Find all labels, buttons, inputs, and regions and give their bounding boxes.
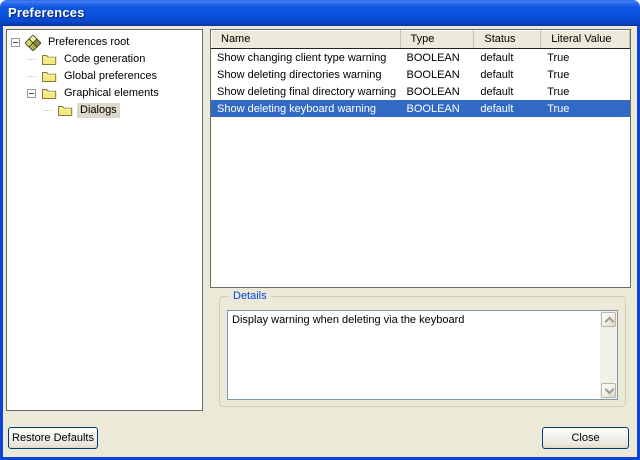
preferences-tree: Preferences root Code generation Global pr… bbox=[6, 29, 203, 411]
tree-connector-line bbox=[27, 59, 36, 61]
tree-item-label: Global preferences bbox=[61, 69, 160, 84]
cell-name: Show deleting final directory warning bbox=[211, 86, 401, 98]
table-header: NameTypeStatusLiteral Value bbox=[211, 30, 630, 49]
table-row[interactable]: Show changing client type warningBOOLEAN… bbox=[211, 49, 630, 66]
table-row[interactable]: Show deleting final directory warningBOO… bbox=[211, 83, 630, 100]
scroll-down-icon bbox=[605, 385, 615, 395]
table-row[interactable]: Show deleting directories warningBOOLEAN… bbox=[211, 66, 630, 83]
tree-connector-line bbox=[27, 76, 36, 78]
details-textarea[interactable]: Display warning when deleting via the ke… bbox=[227, 310, 618, 400]
cell-status: default bbox=[474, 103, 541, 115]
close-button[interactable]: Close bbox=[542, 427, 629, 449]
cell-name: Show deleting directories warning bbox=[211, 69, 401, 81]
tree-connector-line bbox=[43, 110, 52, 112]
properties-table: NameTypeStatusLiteral Value Show changin… bbox=[210, 29, 631, 288]
folder-icon bbox=[57, 103, 74, 119]
column-header-literal-value[interactable]: Literal Value bbox=[541, 30, 630, 48]
folder-icon bbox=[41, 69, 58, 85]
titlebar[interactable]: Preferences bbox=[0, 0, 640, 26]
column-header-status[interactable]: Status bbox=[474, 30, 541, 48]
column-header-name[interactable]: Name bbox=[211, 30, 401, 48]
folder-icon bbox=[41, 52, 58, 68]
cell-status: default bbox=[474, 86, 541, 98]
restore-defaults-button[interactable]: Restore Defaults bbox=[8, 427, 98, 449]
scroll-up-icon bbox=[605, 317, 615, 327]
tree-item-label: Code generation bbox=[61, 52, 148, 67]
tree-item-graphical-elements[interactable]: Graphical elements bbox=[7, 85, 202, 102]
column-header-type[interactable]: Type bbox=[401, 30, 475, 48]
tree-item-label: Preferences root bbox=[45, 35, 132, 50]
preferences-dialog: Preferences Preferences root Code generat… bbox=[0, 0, 640, 460]
preferences-root-icon bbox=[25, 35, 42, 51]
cell-type: BOOLEAN bbox=[401, 86, 475, 98]
cell-type: BOOLEAN bbox=[401, 103, 475, 115]
cell-literal-value: True bbox=[541, 52, 630, 64]
table-row[interactable]: Show deleting keyboard warningBOOLEANdef… bbox=[211, 100, 630, 117]
tree-item-label: Graphical elements bbox=[61, 86, 162, 101]
tree-expander-minus-icon[interactable] bbox=[27, 89, 36, 98]
cell-status: default bbox=[474, 52, 541, 64]
tree-item-global-preferences[interactable]: Global preferences bbox=[7, 68, 202, 85]
table-body: Show changing client type warningBOOLEAN… bbox=[211, 49, 630, 117]
window-title: Preferences bbox=[8, 5, 85, 20]
tree-item-dialogs[interactable]: Dialogs bbox=[7, 102, 202, 119]
scroll-up-button[interactable] bbox=[601, 312, 616, 327]
details-text: Display warning when deleting via the ke… bbox=[228, 311, 617, 329]
cell-literal-value: True bbox=[541, 86, 630, 98]
scroll-down-button[interactable] bbox=[601, 383, 616, 398]
folder-icon bbox=[41, 86, 58, 102]
dialog-body: Preferences root Code generation Global pr… bbox=[0, 26, 640, 460]
details-group: Details Display warning when deleting vi… bbox=[219, 296, 626, 407]
tree-expander-minus-icon[interactable] bbox=[11, 38, 20, 47]
cell-type: BOOLEAN bbox=[401, 69, 475, 81]
cell-literal-value: True bbox=[541, 103, 630, 115]
details-scrollbar[interactable] bbox=[600, 311, 617, 399]
cell-name: Show changing client type warning bbox=[211, 52, 401, 64]
cell-name: Show deleting keyboard warning bbox=[211, 103, 401, 115]
cell-type: BOOLEAN bbox=[401, 52, 475, 64]
tree-item-preferences-root[interactable]: Preferences root bbox=[7, 34, 202, 51]
cell-literal-value: True bbox=[541, 69, 630, 81]
cell-status: default bbox=[474, 69, 541, 81]
tree-item-label: Dialogs bbox=[77, 103, 120, 118]
tree-item-code-generation[interactable]: Code generation bbox=[7, 51, 202, 68]
details-group-label: Details bbox=[229, 290, 271, 302]
